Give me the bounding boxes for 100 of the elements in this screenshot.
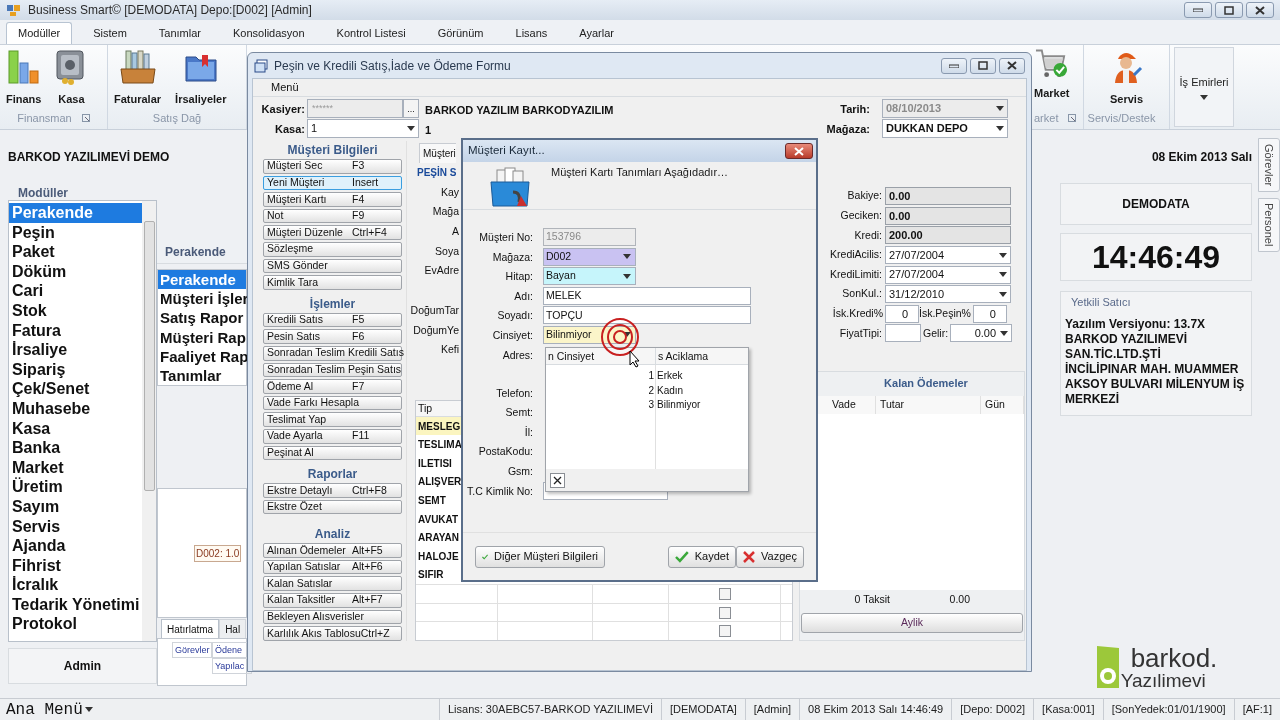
dialog-button[interactable]: Kaydet xyxy=(668,545,736,568)
action-button[interactable]: Teslimat Yap xyxy=(263,412,402,427)
action-button[interactable]: Müşteri Kartı F4 xyxy=(263,192,402,207)
minimize-button[interactable] xyxy=(941,57,967,74)
action-button[interactable]: Sonradan Teslim Kredili Satıs xyxy=(263,345,402,361)
ribbon-button[interactable]: Servis xyxy=(1109,49,1144,108)
module-item[interactable]: Banka xyxy=(9,438,142,458)
action-button[interactable]: Kimlik Tara xyxy=(263,275,402,290)
date-select[interactable]: 31/12/2010 xyxy=(885,285,1011,304)
tab[interactable]: Müşteri xyxy=(419,142,456,163)
launcher-icon[interactable] xyxy=(81,114,90,122)
action-button[interactable]: Müşteri Düzenle Ctrl+F4 xyxy=(263,225,402,240)
module-item[interactable]: Servis xyxy=(9,516,142,537)
action-button[interactable]: Sonradan Teslim Peşin Satıs xyxy=(263,362,402,378)
list-cell[interactable]: Erkek xyxy=(657,369,701,384)
browse-button[interactable]: ... xyxy=(403,99,419,118)
module-item[interactable]: Market xyxy=(9,457,142,478)
action-button[interactable]: Peşinat Al xyxy=(263,445,402,461)
store-select[interactable]: DUKKAN DEPO xyxy=(882,119,1008,138)
minimize-button[interactable] xyxy=(1184,2,1212,18)
module-item[interactable]: Fatura xyxy=(9,320,142,341)
close-button[interactable] xyxy=(785,143,813,159)
menu-item[interactable]: Menü xyxy=(271,79,299,96)
ribbon-tab[interactable]: Modüller xyxy=(6,22,73,44)
action-button[interactable]: Yeni Müşteri Insert xyxy=(263,175,402,191)
ribbon-tab[interactable]: Tanımlar xyxy=(147,22,212,44)
action-button[interactable]: Sözleşme xyxy=(263,241,402,257)
close-button[interactable] xyxy=(1246,2,1274,18)
launcher-icon[interactable] xyxy=(1068,114,1077,122)
action-button[interactable]: Kredili Satıs F5 xyxy=(263,312,402,328)
action-button[interactable]: Alınan Ödemeler Alt+F5 xyxy=(263,543,402,558)
submenu-item[interactable]: Müşteri İşler xyxy=(158,289,246,309)
action-button[interactable]: Pesin Satıs F6 xyxy=(263,329,402,344)
action-button[interactable]: Yapılan Satıslar Alt+F6 xyxy=(263,559,402,575)
module-item[interactable]: Kasa xyxy=(9,418,142,439)
ribbon-button[interactable]: Kasa xyxy=(55,49,88,108)
action-button[interactable]: Vade Ayarla F11 xyxy=(263,428,402,444)
date-select[interactable]: 27/07/2004 xyxy=(885,265,1011,284)
module-item[interactable]: Sipariş xyxy=(9,359,142,380)
text-field[interactable] xyxy=(885,324,921,343)
main-menu-button[interactable]: Ana Menü xyxy=(6,697,93,720)
submenu-item[interactable]: Perakende xyxy=(158,270,246,290)
module-item[interactable]: Döküm xyxy=(9,261,142,282)
action-button[interactable]: Kalan Taksitler Alt+F7 xyxy=(263,593,402,608)
dialog-button[interactable]: Vazgeç xyxy=(736,545,804,568)
action-button[interactable]: Bekleyen Alısverisler xyxy=(263,609,402,625)
action-button[interactable]: Kalan Satıslar xyxy=(263,576,402,592)
module-item[interactable]: Protokol xyxy=(9,614,142,635)
spin-field[interactable]: 0 xyxy=(885,304,919,323)
action-button[interactable]: Karlılık Akıs TablosuCtrl+Z xyxy=(263,626,402,641)
clear-button[interactable] xyxy=(550,472,565,488)
combo-field[interactable]: D002 xyxy=(543,247,636,266)
tab[interactable]: Hal xyxy=(219,619,247,638)
module-item[interactable]: Çek/Senet xyxy=(9,379,142,399)
ribbon-button[interactable]: Finans xyxy=(6,49,42,108)
income-select[interactable]: 0.00 xyxy=(950,324,1013,343)
module-item[interactable]: İrsaliye xyxy=(9,340,142,360)
action-button[interactable]: Ekstre Özet xyxy=(263,499,402,515)
action-button[interactable]: Ekstre Detaylı Ctrl+F8 xyxy=(263,483,402,498)
action-button[interactable]: Not F9 xyxy=(263,208,402,224)
combo-field[interactable]: Bayan xyxy=(543,267,636,286)
submenu-item[interactable]: Faaliyet Rap xyxy=(158,346,246,366)
ribbon-tab[interactable]: Sistem xyxy=(82,22,138,44)
action-button[interactable]: Müşteri Sec F3 xyxy=(263,159,402,174)
ribbon-tab[interactable]: Ayarlar xyxy=(568,22,625,44)
tab[interactable]: Hatırlatma xyxy=(161,619,220,638)
checkbox[interactable] xyxy=(718,625,731,638)
ribbon-button[interactable]: Market xyxy=(1034,49,1070,102)
restore-button[interactable] xyxy=(970,57,996,74)
ribbon-tab[interactable]: Görünüm xyxy=(426,22,495,44)
module-item[interactable]: Cari xyxy=(9,281,142,301)
module-item[interactable]: Paket xyxy=(9,242,142,262)
submenu-item[interactable]: Satış Rapor xyxy=(158,308,246,328)
submenu-item[interactable]: Tanımlar xyxy=(158,365,246,386)
module-item[interactable]: Peşin xyxy=(9,222,142,243)
ribbon-button[interactable]: İrsaliyeler xyxy=(175,49,227,108)
dialog-button[interactable]: Diğer Müşteri Bilgileri xyxy=(475,545,605,568)
scrollbar[interactable] xyxy=(142,201,156,641)
submenu-item[interactable]: Müşteri Rap xyxy=(158,327,246,347)
close-button[interactable] xyxy=(999,57,1025,74)
module-item[interactable]: Fihrist xyxy=(9,555,142,576)
date-select[interactable]: 27/07/2004 xyxy=(885,246,1011,265)
action-button[interactable]: SMS Gönder xyxy=(263,258,402,274)
checkbox[interactable] xyxy=(718,606,731,619)
list-cell[interactable]: 2 xyxy=(648,383,654,399)
list-cell[interactable]: Bilinmiyor xyxy=(657,398,701,413)
list-cell[interactable]: Kadın xyxy=(657,383,701,399)
module-item[interactable]: Muhasebe xyxy=(9,398,142,419)
module-item[interactable]: İcralık xyxy=(9,575,142,595)
spin-field[interactable]: 0 xyxy=(972,304,1007,323)
text-field[interactable]: TOPÇU xyxy=(543,306,751,325)
ribbon-button[interactable]: Faturalar xyxy=(114,49,162,108)
ribbon-tab[interactable]: Konsolidasyon xyxy=(222,22,316,44)
list-cell[interactable]: 3 xyxy=(648,398,654,413)
text-field[interactable]: MELEK xyxy=(543,286,751,305)
action-button[interactable]: Ödeme Al F7 xyxy=(263,379,402,394)
restore-button[interactable] xyxy=(1215,2,1243,18)
register-select[interactable]: 1 xyxy=(307,119,419,138)
module-item[interactable]: Üretim xyxy=(9,477,142,497)
side-tab[interactable]: Görevler xyxy=(1258,138,1280,192)
